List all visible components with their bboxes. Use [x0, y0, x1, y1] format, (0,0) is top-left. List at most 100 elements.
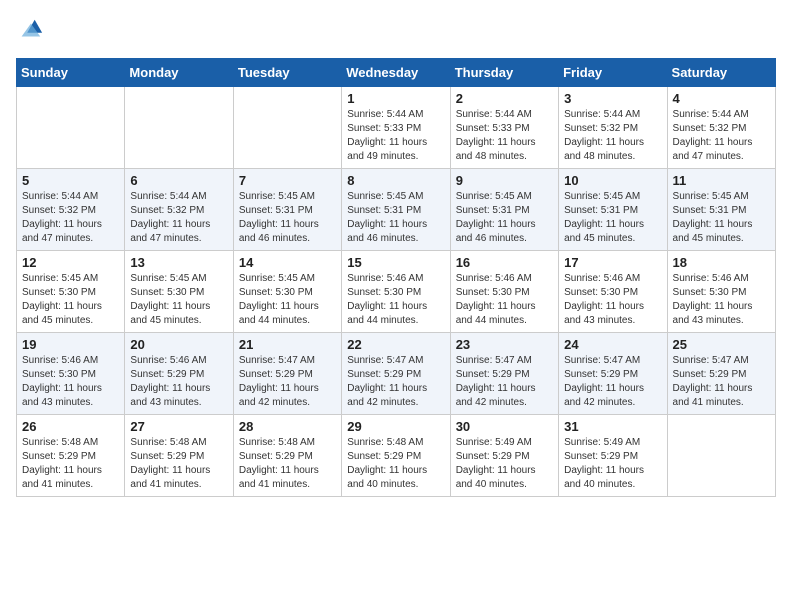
day-info: Sunrise: 5:49 AM Sunset: 5:29 PM Dayligh… — [456, 436, 553, 492]
day-number: 9 — [456, 173, 553, 188]
day-number: 30 — [456, 419, 553, 434]
calendar-week-row: 5 Sunrise: 5:44 AM Sunset: 5:32 PM Daylig… — [17, 169, 776, 251]
day-number: 28 — [239, 419, 336, 434]
day-info: Sunrise: 5:48 AM Sunset: 5:29 PM Dayligh… — [239, 436, 336, 492]
day-info: Sunrise: 5:45 AM Sunset: 5:30 PM Dayligh… — [130, 272, 227, 328]
day-number: 13 — [130, 255, 227, 270]
calendar-cell: 27 Sunrise: 5:48 AM Sunset: 5:29 PM Dayli… — [125, 415, 233, 497]
weekday-header-monday: Monday — [125, 59, 233, 87]
day-number: 8 — [347, 173, 444, 188]
day-info: Sunrise: 5:45 AM Sunset: 5:31 PM Dayligh… — [564, 190, 661, 246]
calendar-cell: 12Sunrise: 5:45 AM Sunset: 5:30 PM Dayli… — [17, 251, 125, 333]
day-number: 27 — [130, 419, 227, 434]
calendar-week-row: 1 Sunrise: 5:44 AM Sunset: 5:33 PM Daylig… — [17, 87, 776, 169]
day-number: 20 — [130, 337, 227, 352]
logo — [16, 16, 48, 44]
day-info: Sunrise: 5:45 AM Sunset: 5:31 PM Dayligh… — [456, 190, 553, 246]
day-number: 12 — [22, 255, 119, 270]
day-number: 31 — [564, 419, 661, 434]
day-info: Sunrise: 5:44 AM Sunset: 5:33 PM Dayligh… — [347, 108, 444, 164]
calendar-cell: 6 Sunrise: 5:44 AM Sunset: 5:32 PM Daylig… — [125, 169, 233, 251]
day-number: 10 — [564, 173, 661, 188]
day-number: 3 — [564, 91, 661, 106]
calendar-cell: 19Sunrise: 5:46 AM Sunset: 5:30 PM Dayli… — [17, 333, 125, 415]
weekday-header-wednesday: Wednesday — [342, 59, 450, 87]
weekday-header-row: SundayMondayTuesdayWednesdayThursdayFrid… — [17, 59, 776, 87]
day-number: 29 — [347, 419, 444, 434]
calendar-cell — [125, 87, 233, 169]
day-number: 14 — [239, 255, 336, 270]
calendar-cell: 15 Sunrise: 5:46 AM Sunset: 5:30 PM Dayli… — [342, 251, 450, 333]
calendar-cell: 29 Sunrise: 5:48 AM Sunset: 5:29 PM Dayli… — [342, 415, 450, 497]
day-info: Sunrise: 5:44 AM Sunset: 5:32 PM Dayligh… — [564, 108, 661, 164]
day-info: Sunrise: 5:47 AM Sunset: 5:29 PM Dayligh… — [347, 354, 444, 410]
calendar-table: SundayMondayTuesdayWednesdayThursdayFrid… — [16, 58, 776, 497]
calendar-cell: 14Sunrise: 5:45 AM Sunset: 5:30 PM Dayli… — [233, 251, 341, 333]
calendar-cell: 9 Sunrise: 5:45 AM Sunset: 5:31 PM Daylig… — [450, 169, 558, 251]
calendar-cell: 26 Sunrise: 5:48 AM Sunset: 5:29 PM Dayli… — [17, 415, 125, 497]
day-number: 15 — [347, 255, 444, 270]
day-info: Sunrise: 5:46 AM Sunset: 5:30 PM Dayligh… — [456, 272, 553, 328]
day-number: 4 — [673, 91, 770, 106]
calendar-cell — [233, 87, 341, 169]
day-info: Sunrise: 5:46 AM Sunset: 5:30 PM Dayligh… — [564, 272, 661, 328]
calendar-cell — [17, 87, 125, 169]
day-info: Sunrise: 5:48 AM Sunset: 5:29 PM Dayligh… — [130, 436, 227, 492]
calendar-cell — [667, 415, 775, 497]
day-info: Sunrise: 5:45 AM Sunset: 5:31 PM Dayligh… — [239, 190, 336, 246]
calendar-cell: 23Sunrise: 5:47 AM Sunset: 5:29 PM Dayli… — [450, 333, 558, 415]
day-number: 24 — [564, 337, 661, 352]
day-number: 25 — [673, 337, 770, 352]
day-number: 7 — [239, 173, 336, 188]
calendar-container: SundayMondayTuesdayWednesdayThursdayFrid… — [0, 0, 792, 507]
day-number: 22 — [347, 337, 444, 352]
day-number: 6 — [130, 173, 227, 188]
calendar-cell: 3 Sunrise: 5:44 AM Sunset: 5:32 PM Daylig… — [559, 87, 667, 169]
day-info: Sunrise: 5:48 AM Sunset: 5:29 PM Dayligh… — [22, 436, 119, 492]
logo-icon — [16, 16, 44, 44]
calendar-cell: 4 Sunrise: 5:44 AM Sunset: 5:32 PM Daylig… — [667, 87, 775, 169]
calendar-cell: 7 Sunrise: 5:45 AM Sunset: 5:31 PM Daylig… — [233, 169, 341, 251]
header — [16, 16, 776, 44]
calendar-cell: 18Sunrise: 5:46 AM Sunset: 5:30 PM Dayli… — [667, 251, 775, 333]
day-number: 19 — [22, 337, 119, 352]
calendar-cell: 10 Sunrise: 5:45 AM Sunset: 5:31 PM Dayli… — [559, 169, 667, 251]
calendar-cell: 31 Sunrise: 5:49 AM Sunset: 5:29 PM Dayli… — [559, 415, 667, 497]
calendar-cell: 8 Sunrise: 5:45 AM Sunset: 5:31 PM Daylig… — [342, 169, 450, 251]
day-info: Sunrise: 5:45 AM Sunset: 5:31 PM Dayligh… — [347, 190, 444, 246]
calendar-cell: 16 Sunrise: 5:46 AM Sunset: 5:30 PM Dayli… — [450, 251, 558, 333]
day-number: 17 — [564, 255, 661, 270]
day-info: Sunrise: 5:47 AM Sunset: 5:29 PM Dayligh… — [564, 354, 661, 410]
day-number: 26 — [22, 419, 119, 434]
calendar-cell: 11Sunrise: 5:45 AM Sunset: 5:31 PM Dayli… — [667, 169, 775, 251]
day-number: 5 — [22, 173, 119, 188]
day-info: Sunrise: 5:49 AM Sunset: 5:29 PM Dayligh… — [564, 436, 661, 492]
weekday-header-friday: Friday — [559, 59, 667, 87]
calendar-cell: 20 Sunrise: 5:46 AM Sunset: 5:29 PM Dayli… — [125, 333, 233, 415]
weekday-header-thursday: Thursday — [450, 59, 558, 87]
calendar-week-row: 12 Sunrise: 5:45 AM Sunset: 5:30 PM Dayli… — [17, 251, 776, 333]
day-number: 2 — [456, 91, 553, 106]
day-info: Sunrise: 5:44 AM Sunset: 5:32 PM Dayligh… — [673, 108, 770, 164]
calendar-cell: 30 Sunrise: 5:49 AM Sunset: 5:29 PM Dayli… — [450, 415, 558, 497]
calendar-week-row: 19Sunrise: 5:46 AM Sunset: 5:30 PM Dayli… — [17, 333, 776, 415]
calendar-cell: 5Sunrise: 5:44 AM Sunset: 5:32 PM Daylig… — [17, 169, 125, 251]
day-info: Sunrise: 5:46 AM Sunset: 5:29 PM Dayligh… — [130, 354, 227, 410]
calendar-cell: 28 Sunrise: 5:48 AM Sunset: 5:29 PM Dayli… — [233, 415, 341, 497]
day-number: 1 — [347, 91, 444, 106]
calendar-cell: 2 Sunrise: 5:44 AM Sunset: 5:33 PM Daylig… — [450, 87, 558, 169]
day-info: Sunrise: 5:48 AM Sunset: 5:29 PM Dayligh… — [347, 436, 444, 492]
day-number: 16 — [456, 255, 553, 270]
day-info: Sunrise: 5:44 AM Sunset: 5:33 PM Dayligh… — [456, 108, 553, 164]
weekday-header-tuesday: Tuesday — [233, 59, 341, 87]
day-info: Sunrise: 5:47 AM Sunset: 5:29 PM Dayligh… — [239, 354, 336, 410]
day-info: Sunrise: 5:46 AM Sunset: 5:30 PM Dayligh… — [347, 272, 444, 328]
day-number: 23 — [456, 337, 553, 352]
weekday-header-sunday: Sunday — [17, 59, 125, 87]
weekday-header-saturday: Saturday — [667, 59, 775, 87]
calendar-cell: 24 Sunrise: 5:47 AM Sunset: 5:29 PM Dayli… — [559, 333, 667, 415]
day-number: 11 — [673, 173, 770, 188]
calendar-cell: 21Sunrise: 5:47 AM Sunset: 5:29 PM Dayli… — [233, 333, 341, 415]
calendar-week-row: 26 Sunrise: 5:48 AM Sunset: 5:29 PM Dayli… — [17, 415, 776, 497]
day-info: Sunrise: 5:44 AM Sunset: 5:32 PM Dayligh… — [130, 190, 227, 246]
